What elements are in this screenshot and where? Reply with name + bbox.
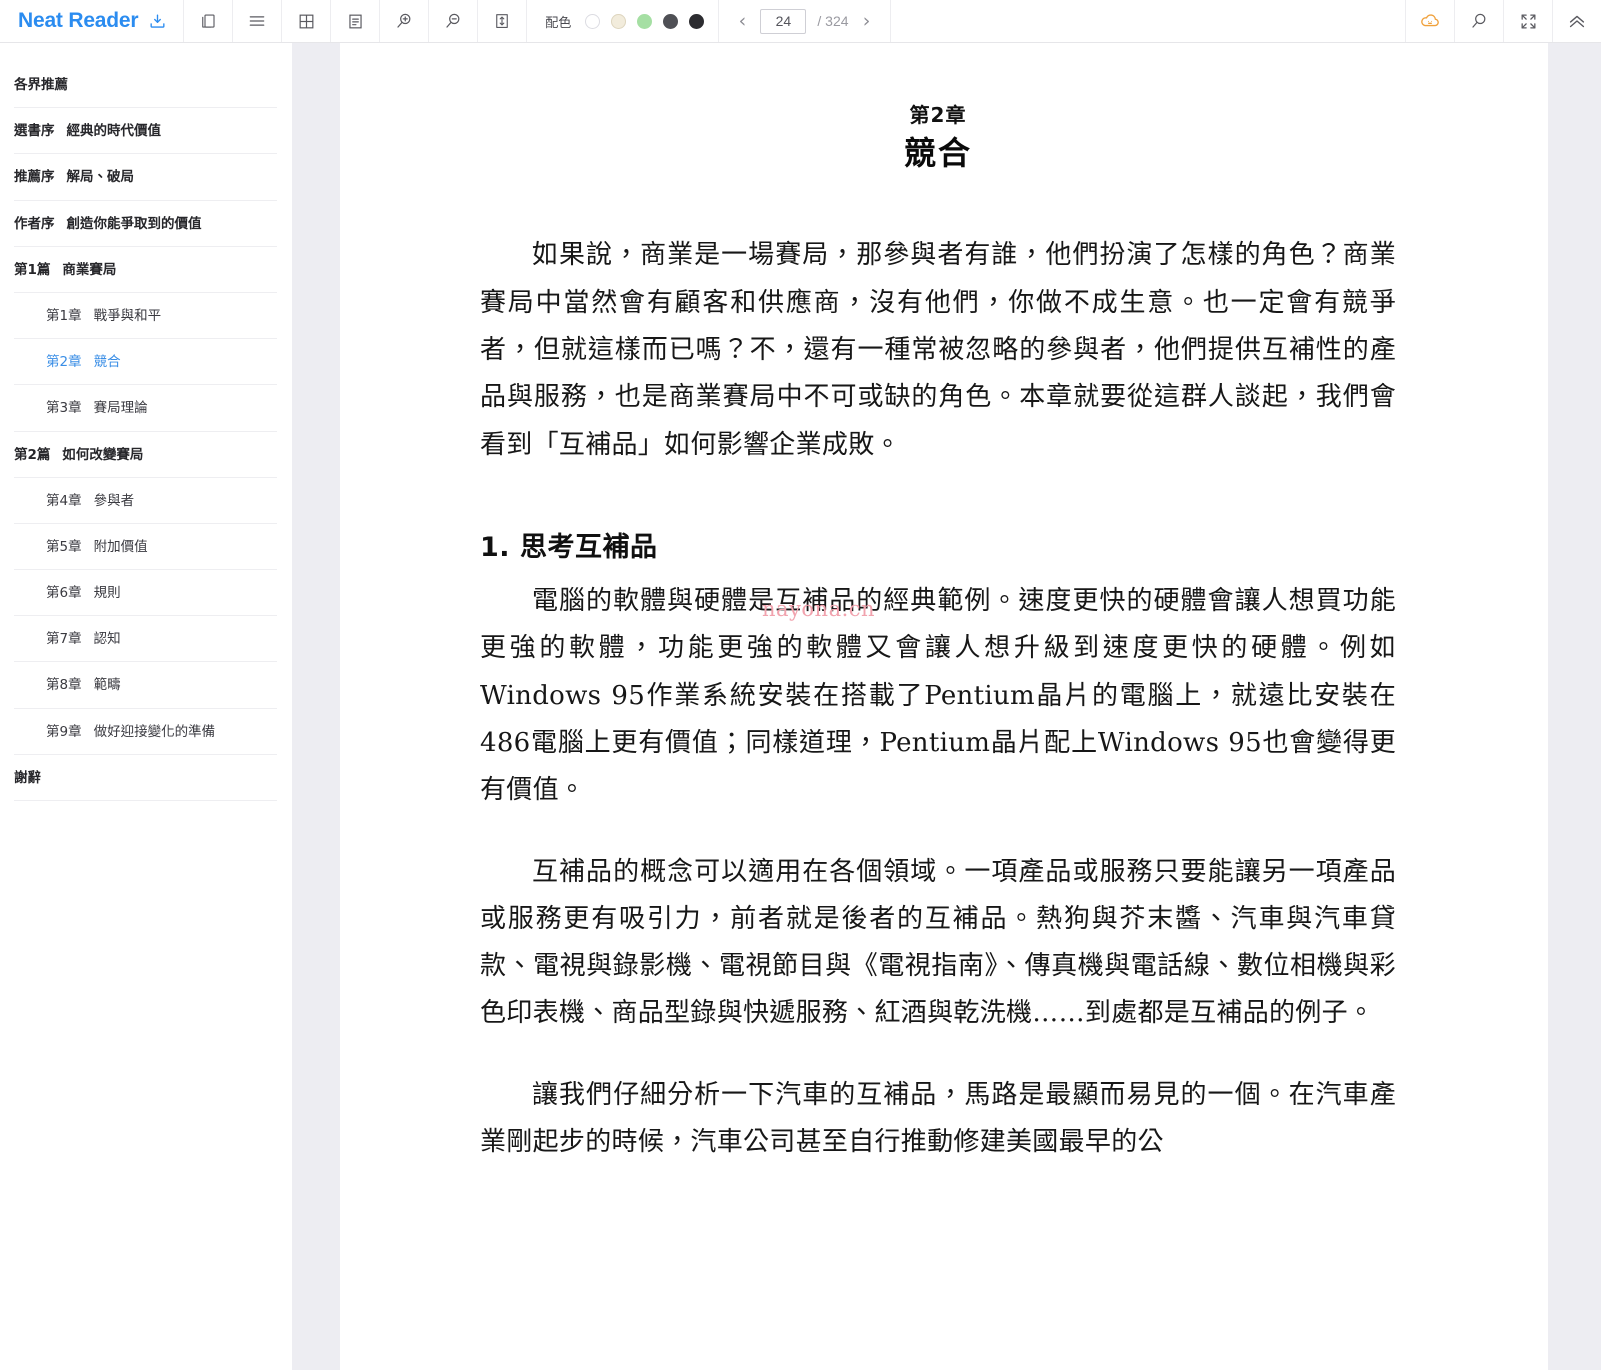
chapter-title: 競合 <box>903 134 972 172</box>
toc-label: 如何改變賽局 <box>62 446 144 463</box>
toc-label: 賽局理論 <box>93 400 148 417</box>
theme-color-group: 配色 <box>526 0 718 42</box>
sidebar-item-chapter-6[interactable]: 第6章 規則 <box>14 570 277 617</box>
total-pages-label: / 324 <box>817 13 849 29</box>
toc-label: 經典的時代價值 <box>66 123 162 140</box>
sidebar-item-recommend-preface[interactable]: 推薦序 解局、破局 <box>14 154 277 201</box>
toc-number: 第6章 <box>46 585 82 602</box>
toc-label: 認知 <box>93 631 121 648</box>
sidebar-item-part-2[interactable]: 第2篇 如何改變賽局 <box>14 432 277 478</box>
fullscreen-icon[interactable] <box>1503 0 1552 42</box>
sidebar-item-selection-preface[interactable]: 選書序 經典的時代價值 <box>14 108 277 155</box>
toc-label: 創造你能爭取到的價值 <box>66 215 202 232</box>
zoom-in-icon[interactable] <box>379 0 428 42</box>
cloud-sync-icon[interactable] <box>1405 0 1454 42</box>
toc-number: 第7章 <box>46 631 82 648</box>
reader-page[interactable]: 第2章 競合 如果說，商業是一場賽局，那參與者有誰，他們扮演了怎樣的角色？商業賽… <box>340 43 1548 1370</box>
toc-number: 第2篇 <box>14 446 51 463</box>
toc-label: 商業賽局 <box>62 261 117 278</box>
chapter-label: 第2章 <box>909 103 967 127</box>
toc-label: 做好迎接變化的準備 <box>93 723 216 740</box>
top-toolbar: Neat Reader 配色 ‹ 24 / 324 › <box>0 0 1601 43</box>
toc-number: 作者序 <box>14 215 55 232</box>
sidebar-item-chapter-1[interactable]: 第1章 戰爭與和平 <box>14 293 277 340</box>
app-brand[interactable]: Neat Reader <box>0 0 183 42</box>
toc-number: 第4章 <box>46 492 82 509</box>
left-page-gutter <box>292 43 340 1370</box>
sidebar-item-acknowledgements[interactable]: 謝辭 <box>14 755 277 801</box>
toc-number: 推薦序 <box>14 169 55 186</box>
theme-sepia-swatch[interactable] <box>611 13 627 29</box>
toc-label: 範疇 <box>93 677 121 694</box>
sidebar-item-recommendations[interactable]: 各界推薦 <box>14 62 277 109</box>
right-page-gutter <box>1548 43 1601 1370</box>
page-navigator: ‹ / 324 › <box>718 0 891 42</box>
sidebar-item-chapter-9[interactable]: 第9章 做好迎接變化的準備 <box>14 709 277 755</box>
toc-number: 第3章 <box>46 400 82 417</box>
page-number-input[interactable] <box>760 8 807 34</box>
toc-number: 第1篇 <box>14 261 51 278</box>
toc-label: 附加價值 <box>93 538 148 555</box>
section-block: 1. 思考互補品 nayona.cn 電腦的軟體與硬體是互補品的經典範例。速度更… <box>480 525 1396 815</box>
toc-number: 第9章 <box>46 723 82 740</box>
sidebar-item-part-1[interactable]: 第1篇 商業賽局 <box>14 247 277 293</box>
theme-black-swatch[interactable] <box>689 13 705 29</box>
sidebar-item-chapter-7[interactable]: 第7章 認知 <box>14 616 277 663</box>
paragraph-1: 電腦的軟體與硬體是互補品的經典範例。速度更快的硬體會讓人想買功能更強的軟體，功能… <box>480 585 1396 806</box>
paragraph-3: 讓我們仔細分析一下汽車的互補品，馬路是最顯而易見的一個。在汽車產業剛起步的時候，… <box>480 1079 1396 1158</box>
sidebar-item-chapter-4[interactable]: 第4章 參與者 <box>14 478 277 524</box>
toc-label: 解局、破局 <box>66 169 135 186</box>
prev-page-button[interactable]: ‹ <box>735 11 749 31</box>
search-icon[interactable] <box>1454 0 1503 42</box>
toc-label: 規則 <box>93 585 121 602</box>
toc-number: 第8章 <box>46 677 82 694</box>
app-title: Neat Reader <box>18 9 139 32</box>
collapse-up-icon[interactable] <box>1552 0 1601 42</box>
toolbar-right-group <box>1405 0 1601 42</box>
sidebar-item-author-preface[interactable]: 作者序 創造你能爭取到的價值 <box>14 201 277 247</box>
sidebar-item-chapter-3[interactable]: 第3章 賽局理論 <box>14 385 277 432</box>
toc-label: 謝辭 <box>14 769 41 786</box>
notes-icon[interactable] <box>330 0 379 42</box>
toc-label: 參與者 <box>93 492 135 509</box>
toc-number: 第2章 <box>46 354 82 371</box>
save-to-bookshelf-icon[interactable] <box>148 12 167 31</box>
sidebar-item-chapter-2[interactable]: 第2章 競合 <box>14 339 277 386</box>
library-icon[interactable] <box>183 0 232 42</box>
section-heading: 1. 思考互補品 <box>480 531 658 563</box>
line-height-icon[interactable] <box>477 0 526 42</box>
toc-number: 第5章 <box>46 538 82 555</box>
contents-list-icon[interactable] <box>232 0 281 42</box>
sidebar-item-chapter-5[interactable]: 第5章 附加價值 <box>14 524 277 571</box>
toc-label: 各界推薦 <box>14 77 68 93</box>
theme-white-swatch[interactable] <box>585 13 601 29</box>
toc-number: 選書序 <box>14 123 55 140</box>
theme-label: 配色 <box>545 15 572 31</box>
toc-label: 競合 <box>93 354 121 371</box>
paragraph-2: 互補品的概念可以適用在各個領域。一項產品或服務只要能讓另一項產品或服務更有吸引力… <box>480 856 1396 1029</box>
toc-label: 戰爭與和平 <box>93 307 162 324</box>
theme-gray-swatch[interactable] <box>663 13 679 29</box>
table-of-contents-sidebar[interactable]: 各界推薦 選書序 經典的時代價值 推薦序 解局、破局 作者序 創造你能爭取到的價值 第… <box>0 43 291 1370</box>
grid-layout-icon[interactable] <box>281 0 330 42</box>
toolbar-left-group: Neat Reader 配色 ‹ 24 / 324 › <box>0 0 891 42</box>
theme-green-swatch[interactable] <box>637 13 653 29</box>
zoom-out-icon[interactable] <box>428 0 477 42</box>
toc-number: 第1章 <box>46 307 82 324</box>
page-content: 第2章 競合 如果說，商業是一場賽局，那參與者有誰，他們扮演了怎樣的角色？商業賽… <box>340 43 1548 1166</box>
sidebar-item-chapter-8[interactable]: 第8章 範疇 <box>14 662 277 709</box>
paragraph-intro: 如果說，商業是一場賽局，那參與者有誰，他們扮演了怎樣的角色？商業賽局中當然會有顧… <box>480 240 1396 460</box>
next-page-button[interactable]: › <box>860 11 874 31</box>
